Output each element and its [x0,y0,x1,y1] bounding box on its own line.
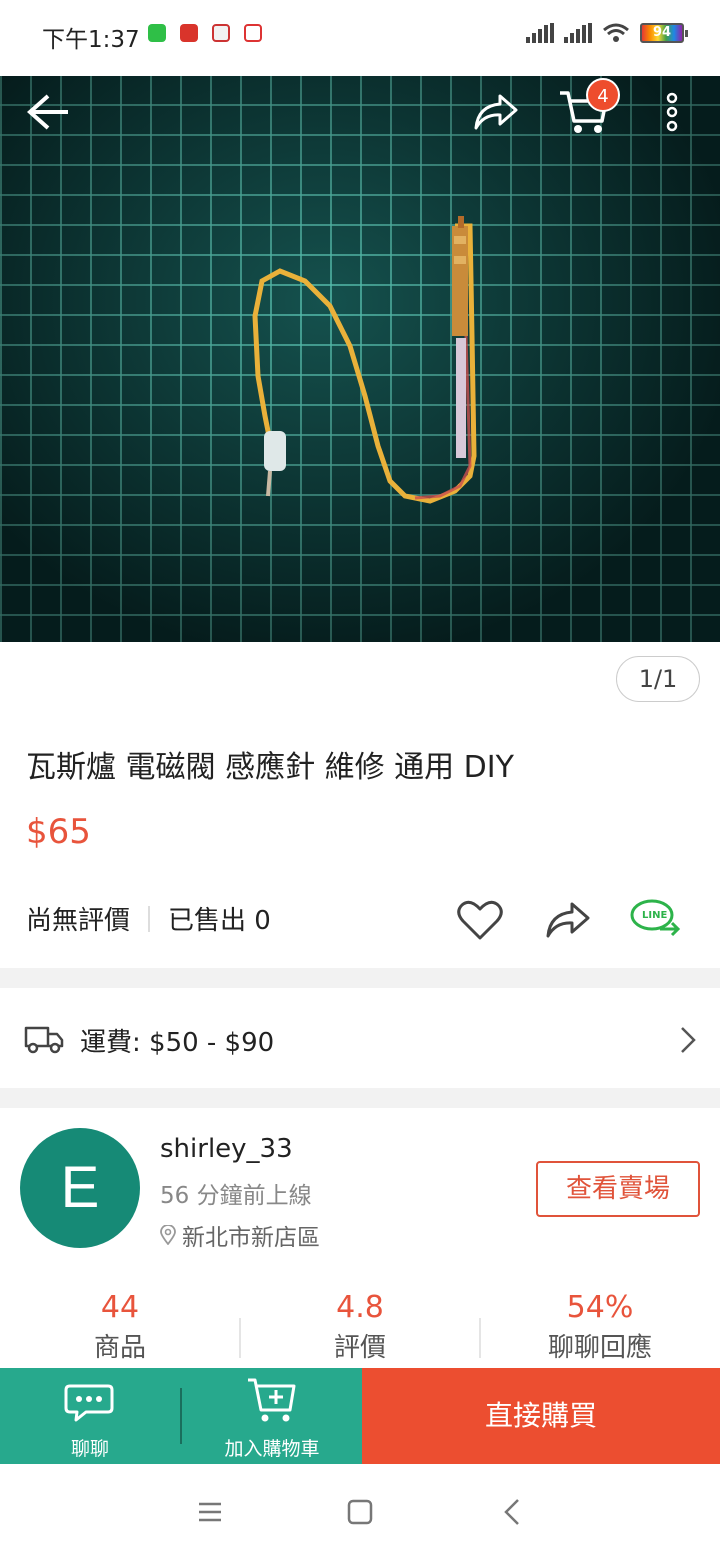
heart-icon [457,900,503,940]
line-label: LINE [642,910,668,921]
rating-text: 尚無評價 [26,906,131,936]
share-product-button[interactable] [542,894,594,946]
chat-button[interactable]: 聊聊 [0,1368,180,1464]
stat-value: 44 [100,1290,140,1325]
status-time: 下午1:37 [42,27,140,53]
product-title: 瓦斯爐 電磁閥 感應針 維修 通用 DIY [26,750,514,785]
sold-count: 已售出 0 [168,906,271,936]
youtube-app-icon [244,24,262,42]
signal-icon [526,23,554,43]
meta-divider [148,905,151,932]
back-button[interactable] [12,76,84,148]
more-menu-button[interactable] [636,76,708,148]
notification-icons [148,24,262,42]
product-photo [252,216,477,504]
add-cart-icon [248,1378,296,1422]
stat-rating[interactable]: 4.8 評價 [240,1288,480,1368]
stat-value: 54% [566,1290,634,1325]
system-nav-bar [0,1464,720,1560]
chat-label: 聊聊 [70,1438,109,1460]
heart-app-icon [212,24,230,42]
seller-name[interactable]: shirley_33 [160,1134,293,1164]
stat-products[interactable]: 44 商品 [0,1288,240,1368]
system-back-button[interactable] [488,1488,536,1536]
add-to-cart-button[interactable]: 加入購物車 [182,1368,362,1464]
game-app-icon [180,24,198,42]
menu-lines-icon [199,1502,221,1522]
home-button[interactable] [336,1488,384,1536]
shipping-fee: 運費: $50 - $90 [80,1028,275,1058]
product-image[interactable]: 4 [0,76,720,642]
view-shop-button[interactable]: 查看賣場 [536,1161,700,1217]
chevron-right-icon [681,1027,696,1053]
recent-apps-button[interactable] [186,1488,234,1536]
section-divider [0,968,720,988]
status-bar: 下午1:37 94 [0,0,720,76]
chevron-left-icon [504,1499,519,1525]
stat-label: 商品 [93,1333,146,1363]
location-pin-icon [160,1225,176,1245]
add-to-cart-label: 加入購物車 [224,1438,320,1460]
seller-avatar[interactable]: E [20,1128,140,1248]
arrow-left-icon [26,94,68,130]
share-icon [546,902,590,938]
truck-icon [24,1026,64,1054]
home-square-icon [347,1499,373,1525]
stat-label: 評價 [333,1333,386,1363]
product-price: $65 [26,812,91,852]
like-button[interactable] [454,894,506,946]
status-indicators: 94 [526,22,688,44]
section-divider [0,1088,720,1108]
chat-bubble-icon [64,1384,114,1422]
share-button[interactable] [460,76,532,148]
line-app-icon [148,24,166,42]
seller-last-online: 56 分鐘前上線 [160,1183,312,1209]
stat-label: 聊聊回應 [547,1333,652,1363]
wifi-icon [603,23,629,42]
seller-stats: 44 商品 4.8 評價 54% 聊聊回應 [0,1288,720,1368]
signal-icon [564,23,592,43]
share-icon [474,94,518,130]
seller-location: 新北市新店區 [160,1218,320,1252]
stat-value: 4.8 [336,1290,384,1325]
more-vertical-icon [666,92,678,132]
buy-now-button[interactable]: 直接購買 [362,1368,720,1464]
product-meta: 尚無評價 已售出 0 [26,900,271,937]
image-counter: 1/1 [616,656,700,702]
cart-count-badge: 4 [586,78,620,112]
shipping-row[interactable]: 運費: $50 - $90 [0,988,720,1088]
seller-location-text: 新北市新店區 [182,1225,320,1251]
bottom-action-bar: 聊聊 加入購物車 直接購買 [0,1368,720,1464]
stat-chat-response[interactable]: 54% 聊聊回應 [480,1288,720,1368]
battery-icon: 94 [640,23,688,43]
